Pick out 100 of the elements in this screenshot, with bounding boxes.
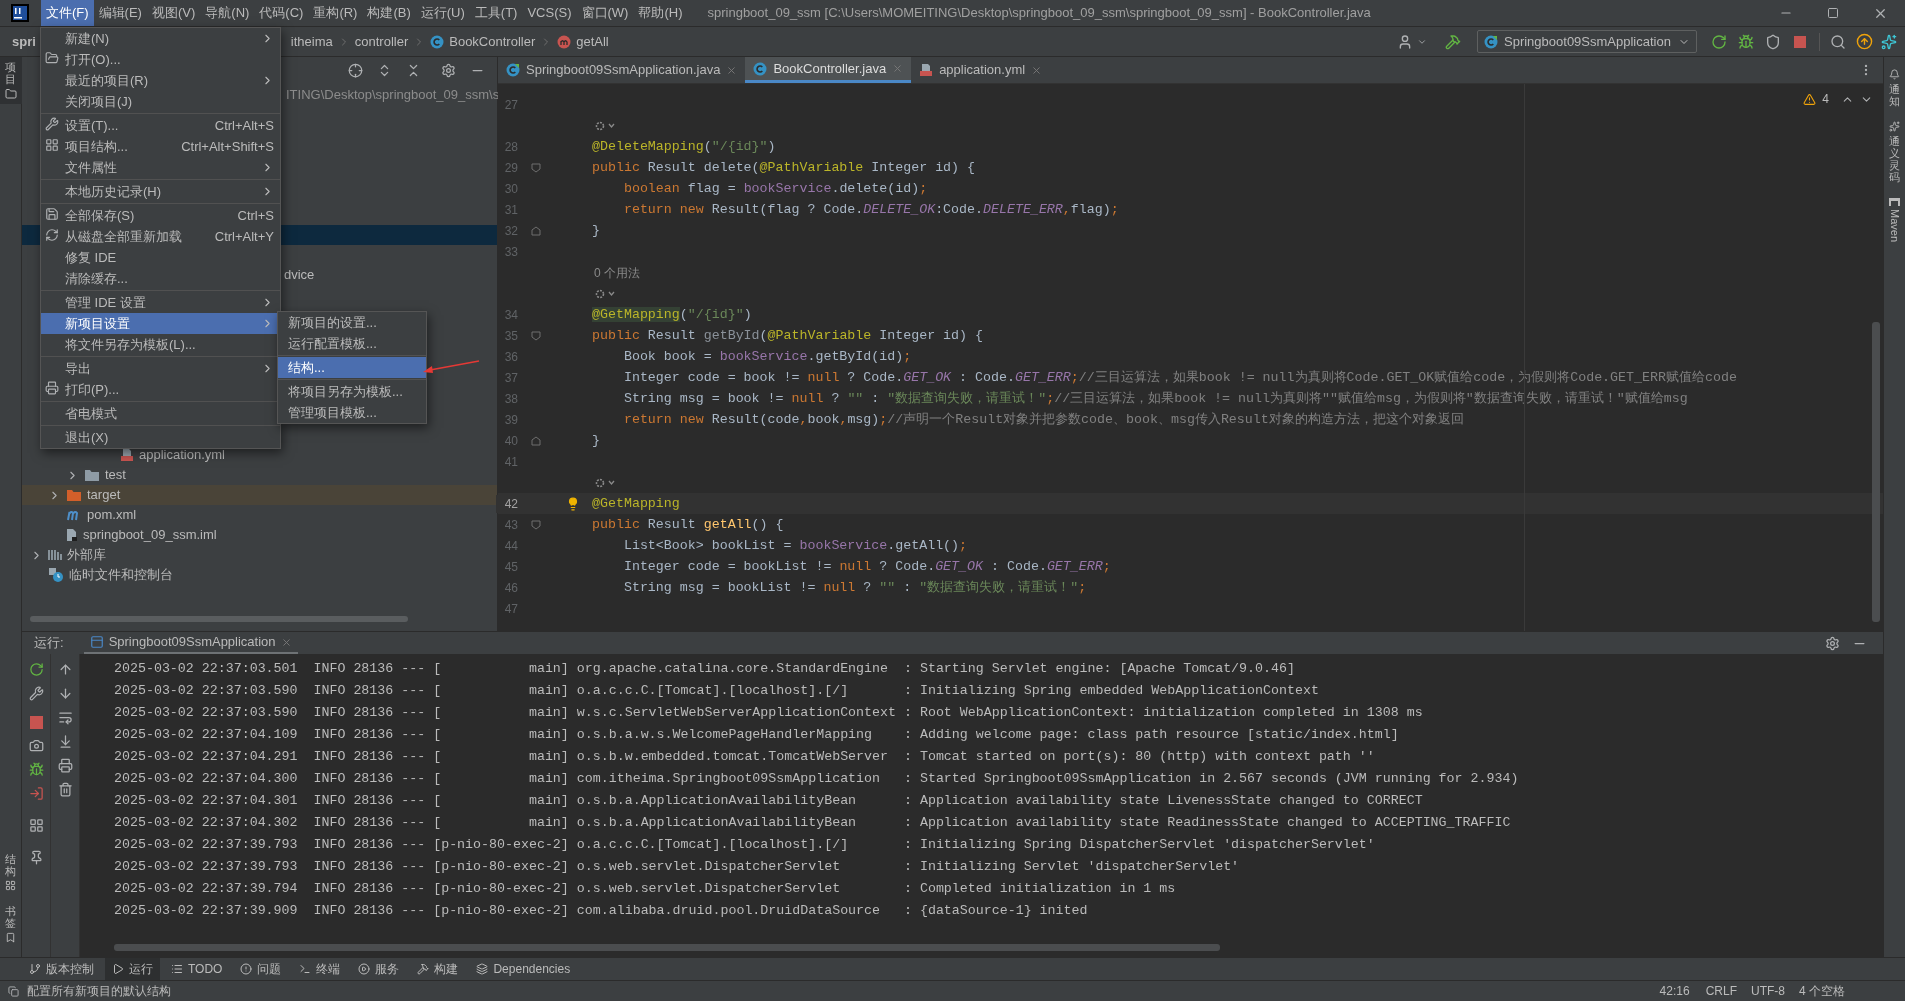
menu-bar-item[interactable]: 工具(T) bbox=[469, 0, 523, 26]
tree-item[interactable]: 临时文件和控制台 bbox=[22, 565, 497, 585]
tool-window-button[interactable]: 终端 bbox=[292, 957, 348, 981]
rerun-icon[interactable] bbox=[28, 662, 44, 677]
rerun-icon[interactable] bbox=[1711, 33, 1727, 50]
menu-item[interactable]: 最近的项目(R) bbox=[41, 70, 280, 91]
trash-icon[interactable] bbox=[57, 782, 73, 797]
menu-item[interactable]: 新建(N) bbox=[41, 28, 280, 49]
fold-marker-icon[interactable] bbox=[531, 162, 541, 173]
menu-item[interactable]: 关闭项目(J) bbox=[41, 91, 280, 112]
debug-icon[interactable] bbox=[1738, 33, 1754, 50]
menu-item[interactable]: 省电模式 bbox=[41, 403, 280, 424]
shield-icon[interactable] bbox=[1765, 33, 1781, 50]
tool-window-button[interactable]: TODO bbox=[164, 957, 230, 981]
menu-item[interactable]: 项目结构... Ctrl+Alt+Shift+S bbox=[41, 136, 280, 157]
menu-item[interactable]: 新项目的设置... bbox=[278, 312, 426, 333]
menu-item[interactable]: 将文件另存为模板(L)... bbox=[41, 334, 280, 355]
fold-marker-icon[interactable] bbox=[531, 225, 541, 236]
layout-icon[interactable] bbox=[28, 818, 44, 833]
tree-item[interactable]: springboot_09_ssm.iml bbox=[22, 525, 497, 545]
tool-window-tab[interactable]: 书签 bbox=[5, 904, 16, 943]
maximize-icon[interactable] bbox=[1827, 7, 1839, 19]
menu-bar-item[interactable]: 导航(N) bbox=[200, 0, 255, 26]
menu-item[interactable]: 全部保存(S) Ctrl+S bbox=[41, 205, 280, 226]
warning-count[interactable]: 4 bbox=[1822, 90, 1829, 108]
tree-item[interactable]: dvice bbox=[284, 265, 315, 285]
vertical-scrollbar[interactable] bbox=[1872, 322, 1880, 622]
menu-item[interactable]: 新项目设置 bbox=[41, 313, 280, 334]
tool-window-tab[interactable]: 通义灵码 bbox=[1889, 121, 1900, 184]
tool-window-button[interactable]: 服务 bbox=[351, 957, 407, 981]
horizontal-scrollbar[interactable] bbox=[30, 616, 408, 622]
login-icon[interactable] bbox=[28, 786, 44, 801]
hammer-icon[interactable] bbox=[1445, 33, 1461, 50]
wrench-icon[interactable] bbox=[28, 686, 44, 701]
menu-bar-item[interactable]: 编辑(E) bbox=[93, 0, 147, 26]
fold-marker-icon[interactable] bbox=[531, 330, 541, 341]
menu-bar-item[interactable]: 重构(R) bbox=[308, 0, 363, 26]
sparkle-icon[interactable] bbox=[1881, 33, 1897, 50]
update-icon[interactable] bbox=[1856, 33, 1873, 50]
breadcrumb-item[interactable]: getAll bbox=[576, 31, 609, 52]
menu-item[interactable]: 打开(O)... bbox=[41, 49, 280, 70]
wrap-icon[interactable] bbox=[57, 710, 73, 725]
lightbulb-icon[interactable] bbox=[566, 496, 580, 511]
menu-bar-item[interactable]: 帮助(H) bbox=[633, 0, 688, 26]
breadcrumb-item[interactable]: BookController bbox=[449, 31, 536, 52]
settings-icon[interactable] bbox=[1825, 635, 1840, 651]
stop-icon[interactable] bbox=[1793, 34, 1807, 49]
menu-bar-item[interactable]: 窗口(W) bbox=[576, 0, 634, 26]
fold-marker-icon[interactable] bbox=[531, 519, 541, 530]
menu-item[interactable]: 将项目另存为模板... bbox=[278, 381, 426, 402]
pin-icon[interactable] bbox=[28, 850, 44, 865]
locate-icon[interactable] bbox=[348, 63, 363, 78]
printer-icon[interactable] bbox=[57, 758, 73, 773]
tool-window-button[interactable]: Dependencies bbox=[469, 957, 578, 981]
editor-tab[interactable]: Springboot09SsmApplication.java bbox=[498, 57, 746, 83]
menu-bar-item[interactable]: 文件(F) bbox=[41, 0, 94, 26]
debug-icon[interactable] bbox=[28, 762, 44, 777]
gear-dropdown-icon[interactable] bbox=[594, 476, 616, 489]
menu-item[interactable]: 清除缓存... bbox=[41, 268, 280, 289]
tool-window-button[interactable]: 构建 bbox=[410, 957, 466, 981]
down-arrow-icon[interactable] bbox=[57, 686, 73, 701]
up-arrow-icon[interactable] bbox=[57, 662, 73, 677]
camera-icon[interactable] bbox=[28, 738, 44, 753]
menu-item[interactable]: 打印(P)... bbox=[41, 379, 280, 400]
breadcrumb-item[interactable]: itheima bbox=[290, 31, 333, 52]
breadcrumb-item[interactable]: controller bbox=[354, 31, 409, 52]
tool-window-tab[interactable]: 通知 bbox=[1889, 69, 1900, 108]
tool-window-tab[interactable]: Maven bbox=[1886, 197, 1903, 242]
tool-window-button[interactable]: 问题 bbox=[233, 957, 289, 981]
editor-tab[interactable]: BookController.java bbox=[745, 57, 912, 83]
tree-item[interactable]: pom.xml bbox=[22, 505, 497, 525]
indent-setting[interactable]: 4 个空格 bbox=[1799, 982, 1845, 1000]
menu-item[interactable]: 修复 IDE bbox=[41, 247, 280, 268]
menu-item[interactable]: 结构... bbox=[278, 357, 426, 378]
project-tool-tab[interactable]: 项目 bbox=[0, 57, 22, 105]
gear-dropdown-icon[interactable] bbox=[594, 287, 616, 300]
usage-hint[interactable]: 0 个用法 bbox=[594, 263, 640, 282]
cursor-position[interactable]: 42:16 bbox=[1659, 982, 1690, 1000]
fold-marker-icon[interactable] bbox=[531, 435, 541, 446]
menu-bar-item[interactable]: 构建(B) bbox=[362, 0, 416, 26]
warning-icon[interactable] bbox=[1803, 92, 1817, 106]
tree-item[interactable]: application.yml bbox=[22, 445, 497, 465]
tool-window-button[interactable]: 运行 bbox=[105, 957, 160, 981]
gear-dropdown-icon[interactable] bbox=[594, 119, 616, 132]
menu-bar-item[interactable]: 视图(V) bbox=[146, 0, 201, 26]
menu-item[interactable]: 管理 IDE 设置 bbox=[41, 292, 280, 313]
menu-item[interactable]: 运行配置模板... bbox=[278, 333, 426, 354]
tool-window-button[interactable]: 版本控制 bbox=[22, 957, 101, 981]
menu-item[interactable]: 文件属性 bbox=[41, 157, 280, 178]
tool-window-tab[interactable]: 结构 bbox=[5, 852, 16, 891]
breadcrumb-item[interactable]: spri bbox=[12, 31, 36, 52]
panel-icon[interactable] bbox=[8, 985, 19, 997]
tree-item[interactable]: target bbox=[22, 485, 497, 505]
editor-tab[interactable]: application.yml bbox=[911, 57, 1051, 83]
menu-item[interactable]: 设置(T)... Ctrl+Alt+S bbox=[41, 115, 280, 136]
menu-item[interactable]: 从磁盘全部重新加载 Ctrl+Alt+Y bbox=[41, 226, 280, 247]
menu-item[interactable]: 本地历史记录(H) bbox=[41, 181, 280, 202]
menu-bar-item[interactable]: VCS(S) bbox=[522, 0, 577, 26]
search-icon[interactable] bbox=[1830, 33, 1846, 50]
tree-item[interactable]: 外部库 bbox=[22, 545, 497, 565]
